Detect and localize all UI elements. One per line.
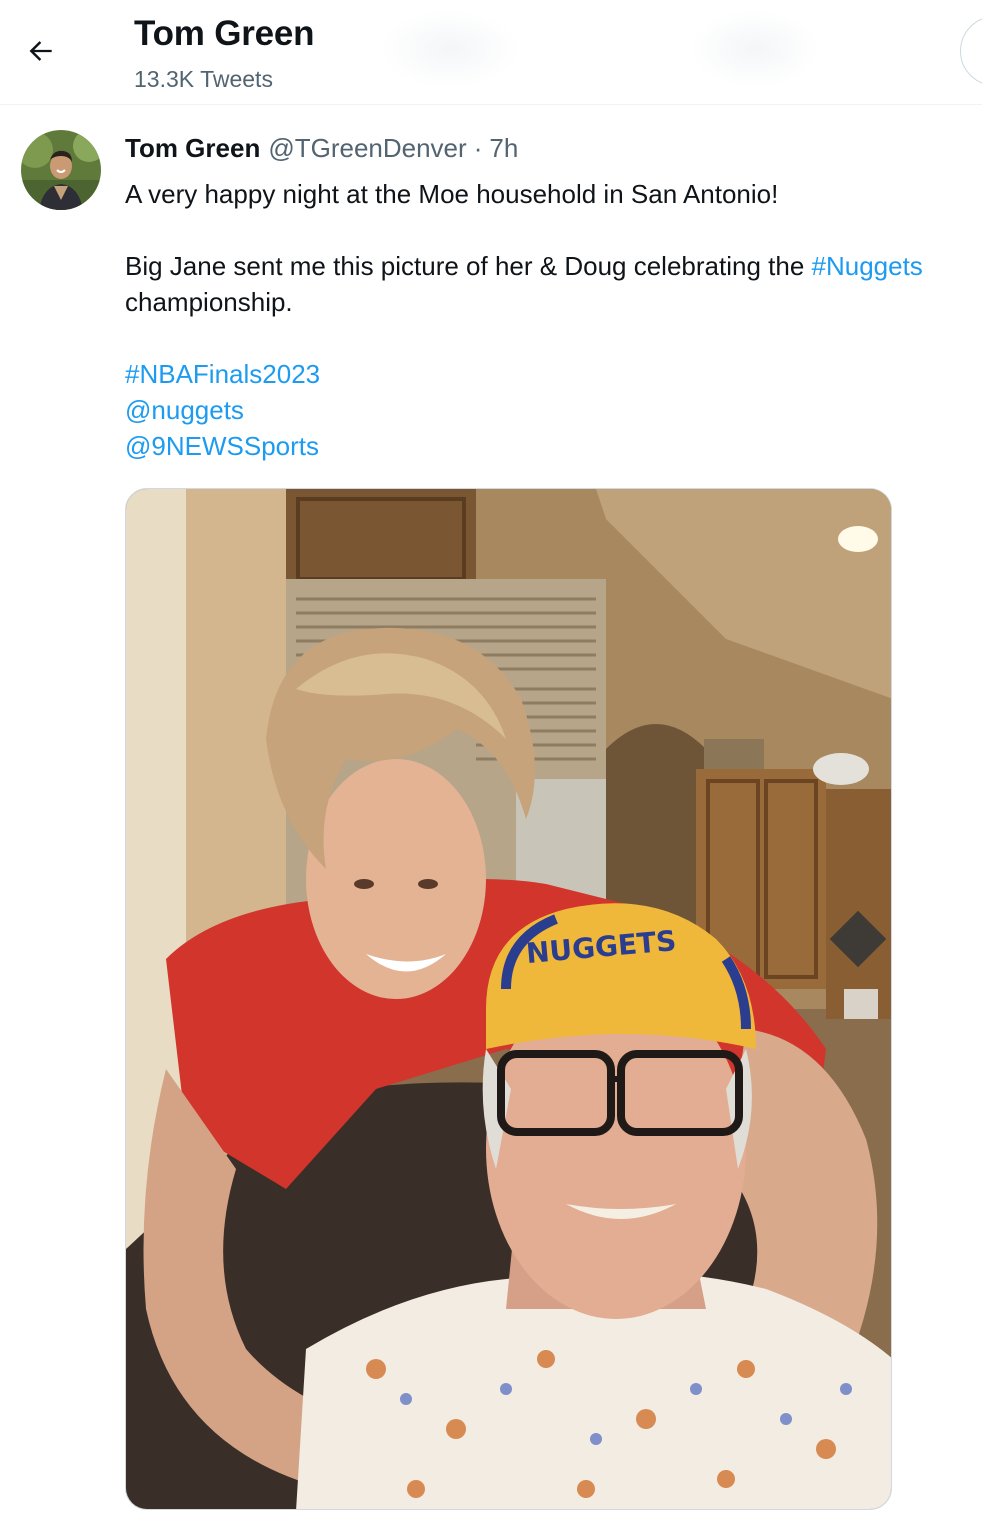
tweet-photo[interactable]: NUGGETS (125, 488, 892, 1510)
selfie-photo: NUGGETS (126, 489, 891, 1509)
follow-button[interactable] (960, 16, 982, 86)
separator-dot: · (473, 133, 483, 163)
hashtag-link[interactable]: #NBAFinals2023 (125, 357, 320, 391)
header-blur-shape (380, 10, 520, 88)
avatar-image (21, 130, 101, 210)
tweet-detail-page: Tom Green 13.3K Tweets Tom Green @TGreen… (0, 0, 982, 1524)
tweet-text-segment: Big Jane sent me this picture of her & D… (125, 251, 812, 281)
author-name[interactable]: Tom Green (125, 133, 260, 164)
tweet-text-line: A very happy night at the Moe household … (125, 179, 779, 209)
page-title: Tom Green (134, 14, 315, 53)
author-avatar[interactable] (21, 130, 101, 210)
tweet-timestamp[interactable]: 7h (489, 133, 518, 164)
back-button[interactable] (18, 28, 64, 74)
mention-link[interactable]: @nuggets (125, 393, 244, 427)
mention-link[interactable]: @9NEWSSports (125, 429, 319, 463)
tweet-text-line: championship. (125, 287, 293, 317)
tweet-author-line: Tom Green @TGreenDenver · 7h (125, 133, 518, 167)
tweet-count: 13.3K Tweets (134, 66, 273, 92)
arrow-left-icon (29, 41, 52, 61)
header-blur-shape (690, 10, 820, 88)
tweet-text-line: Big Jane sent me this picture of her & D… (125, 249, 923, 283)
hashtag-link[interactable]: #Nuggets (812, 251, 923, 281)
author-handle[interactable]: @TGreenDenver (268, 133, 466, 164)
page-header: Tom Green 13.3K Tweets (0, 0, 982, 105)
